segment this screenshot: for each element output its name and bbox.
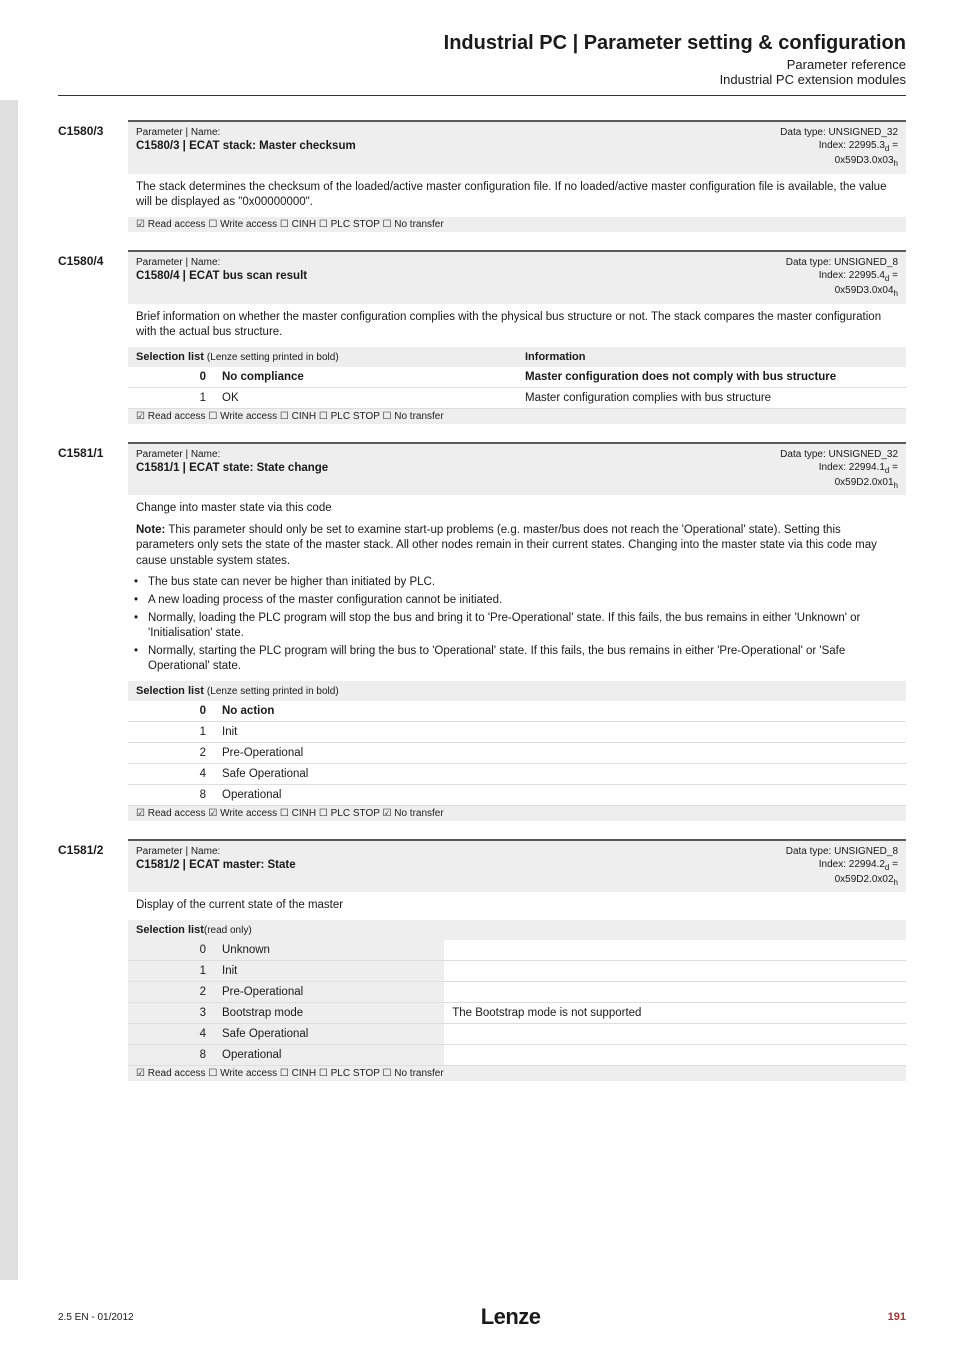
section-code: C1581/1	[58, 442, 128, 821]
sel-head: Selection list (Lenze setting printed in…	[128, 347, 517, 367]
param-label: Parameter | Name:	[136, 845, 296, 858]
selection-table: Selection list (Lenze setting printed in…	[128, 347, 906, 409]
sel-head: Selection list(read only)	[128, 920, 906, 940]
list-item: The bus state can never be higher than i…	[148, 575, 898, 591]
access-flags: ☑ Read access ☑ Write access ☐ CINH ☐ PL…	[128, 806, 906, 821]
param-name: C1580/3 | ECAT stack: Master checksum	[136, 139, 356, 154]
param-description: Change into master state via this code	[128, 495, 906, 523]
data-type: Data type: UNSIGNED_8	[786, 845, 898, 858]
table-row: 4Safe Operational	[128, 763, 906, 784]
bullet-list: The bus state can never be higher than i…	[148, 575, 906, 674]
table-row: 0Unknown	[128, 940, 906, 961]
param-description: Brief information on whether the master …	[128, 304, 906, 347]
list-item: Normally, starting the PLC program will …	[148, 644, 898, 675]
doc-subtitle-1: Parameter reference	[58, 57, 906, 72]
param-label: Parameter | Name:	[136, 448, 328, 461]
footer-left: 2.5 EN - 01/2012	[58, 1312, 134, 1323]
page-number: 191	[888, 1311, 906, 1323]
index-line: Index: 22994.1d =	[780, 461, 898, 476]
param-header: Parameter | Name: C1580/3 | ECAT stack: …	[128, 122, 906, 174]
page-footer: 2.5 EN - 01/2012 Lenze 191	[0, 1300, 954, 1330]
hex-line: 0x59D3.0x04h	[786, 284, 898, 299]
page-header: Industrial PC | Parameter setting & conf…	[58, 32, 906, 96]
param-section: C1580/4 Parameter | Name: C1580/4 | ECAT…	[58, 250, 906, 424]
table-row: 2Pre-Operational	[128, 981, 906, 1002]
table-row: 1Init	[128, 721, 906, 742]
section-code: C1580/4	[58, 250, 128, 424]
access-flags: ☑ Read access ☐ Write access ☐ CINH ☐ PL…	[128, 1066, 906, 1081]
param-description: The stack determines the checksum of the…	[128, 174, 906, 217]
doc-subtitle-2: Industrial PC extension modules	[58, 72, 906, 87]
data-type: Data type: UNSIGNED_8	[786, 256, 898, 269]
param-label: Parameter | Name:	[136, 126, 356, 139]
table-row: 0No action	[128, 701, 906, 722]
info-head: Information	[517, 347, 906, 367]
list-item: A new loading process of the master conf…	[148, 593, 898, 609]
data-type: Data type: UNSIGNED_32	[780, 126, 898, 139]
access-flags: ☑ Read access ☐ Write access ☐ CINH ☐ PL…	[128, 217, 906, 232]
doc-title: Industrial PC | Parameter setting & conf…	[58, 32, 906, 55]
param-section: C1581/1 Parameter | Name: C1581/1 | ECAT…	[58, 442, 906, 821]
param-header: Parameter | Name: C1581/1 | ECAT state: …	[128, 444, 906, 496]
hex-line: 0x59D2.0x01h	[780, 476, 898, 491]
param-name: C1581/2 | ECAT master: State	[136, 858, 296, 873]
param-section: C1581/2 Parameter | Name: C1581/2 | ECAT…	[58, 839, 906, 1081]
table-row: 0 No compliance Master configuration doe…	[128, 367, 906, 388]
table-row: 1Init	[128, 960, 906, 981]
param-label: Parameter | Name:	[136, 256, 307, 269]
hex-line: 0x59D2.0x02h	[786, 873, 898, 888]
hex-line: 0x59D3.0x03h	[780, 154, 898, 169]
table-row: 8Operational	[128, 784, 906, 805]
table-row: 1 OK Master configuration complies with …	[128, 387, 906, 408]
param-description: Display of the current state of the mast…	[128, 892, 906, 920]
param-header: Parameter | Name: C1580/4 | ECAT bus sca…	[128, 252, 906, 304]
selection-table: 0Unknown 1Init 2Pre-Operational 3Bootstr…	[128, 940, 906, 1066]
brand-logo: Lenze	[481, 1304, 541, 1330]
table-row: 8Operational	[128, 1044, 906, 1065]
sel-head: Selection list (Lenze setting printed in…	[128, 681, 906, 701]
param-section: C1580/3 Parameter | Name: C1580/3 | ECAT…	[58, 120, 906, 232]
access-flags: ☑ Read access ☐ Write access ☐ CINH ☐ PL…	[128, 409, 906, 424]
selection-table: 0No action 1Init 2Pre-Operational 4Safe …	[128, 701, 906, 806]
param-header: Parameter | Name: C1581/2 | ECAT master:…	[128, 841, 906, 893]
section-code: C1581/2	[58, 839, 128, 1081]
table-row: 4Safe Operational	[128, 1023, 906, 1044]
data-type: Data type: UNSIGNED_32	[780, 448, 898, 461]
index-line: Index: 22995.3d =	[780, 139, 898, 154]
table-row: 3Bootstrap modeThe Bootstrap mode is not…	[128, 1002, 906, 1023]
param-name: C1581/1 | ECAT state: State change	[136, 461, 328, 476]
table-row: 2Pre-Operational	[128, 742, 906, 763]
index-line: Index: 22994.2d =	[786, 858, 898, 873]
param-name: C1580/4 | ECAT bus scan result	[136, 269, 307, 284]
list-item: Normally, loading the PLC program will s…	[148, 611, 898, 642]
note: Note: This parameter should only be set …	[128, 523, 906, 570]
index-line: Index: 22995.4d =	[786, 269, 898, 284]
section-code: C1580/3	[58, 120, 128, 232]
